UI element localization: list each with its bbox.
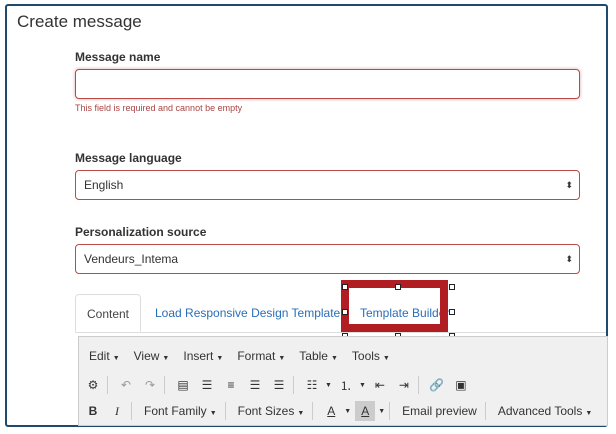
message-language-value: English: [84, 178, 124, 192]
rich-text-editor: Edit ▼ View ▼ Insert ▼ Format ▼ Table ▼ Tools…: [78, 336, 608, 426]
tab-load-responsive-template[interactable]: Load Responsive Design Template: [145, 294, 350, 332]
message-name-label: Message name: [75, 50, 161, 64]
email-preview-button[interactable]: Email preview: [402, 404, 477, 418]
italic-icon[interactable]: I: [107, 401, 127, 421]
background-color-dropdown-icon[interactable]: ▼: [378, 408, 385, 415]
resize-handle[interactable]: [342, 284, 348, 290]
indent-icon[interactable]: ⇥: [394, 375, 414, 395]
tab-content[interactable]: Content: [75, 294, 141, 332]
font-family-dropdown[interactable]: Font Family ▼: [144, 404, 217, 418]
numbered-list-dropdown-icon[interactable]: ▼: [359, 382, 366, 389]
editor-toolbar-1: ⚙ ↶ ↷ ▤ ☰ ≡ ☰ ☰ ☷ ▼ ⒈ ▼ ⇤ ⇥ 🔗 ▣: [79, 373, 471, 397]
undo-icon[interactable]: ↶: [116, 375, 136, 395]
message-name-error: This field is required and cannot be emp…: [75, 103, 243, 113]
resize-handle[interactable]: [449, 284, 455, 290]
align-right-icon[interactable]: ☰: [245, 375, 265, 395]
select-chevron-icon: ⬍: [565, 254, 573, 264]
font-sizes-dropdown[interactable]: Font Sizes ▼: [238, 404, 305, 418]
align-center-icon[interactable]: ≡: [221, 375, 241, 395]
menu-edit[interactable]: Edit ▼: [89, 349, 120, 363]
menu-view[interactable]: View ▼: [134, 349, 170, 363]
redo-icon[interactable]: ↷: [140, 375, 160, 395]
numbered-list-icon[interactable]: ⒈: [336, 375, 356, 395]
message-language-label: Message language: [75, 151, 182, 165]
select-chevron-icon: ⬍: [565, 180, 573, 190]
resize-handle[interactable]: [342, 309, 348, 315]
personalization-source-select[interactable]: Vendeurs_Intema ⬍: [75, 244, 580, 274]
message-language-select[interactable]: English ⬍: [75, 170, 580, 200]
image-icon[interactable]: ▣: [451, 375, 471, 395]
editor-toolbar-2: B I Font Family ▼ Font Sizes ▼ A ▼ A ▼ Email…: [79, 399, 596, 423]
source-code-icon[interactable]: ▤: [173, 375, 193, 395]
settings-gear-icon[interactable]: ⚙: [83, 375, 103, 395]
personalization-source-value: Vendeurs_Intema: [84, 252, 179, 266]
bullet-list-icon[interactable]: ☷: [302, 375, 322, 395]
page-title: Create message: [17, 12, 142, 31]
menu-insert[interactable]: Insert ▼: [183, 349, 223, 363]
resize-handle[interactable]: [449, 309, 455, 315]
menu-format[interactable]: Format ▼: [237, 349, 285, 363]
bold-icon[interactable]: B: [83, 401, 103, 421]
menu-tools[interactable]: Tools ▼: [352, 349, 390, 363]
editor-menubar: Edit ▼ View ▼ Insert ▼ Format ▼ Table ▼ Tools…: [79, 344, 394, 368]
advanced-tools-dropdown[interactable]: Advanced Tools ▼: [498, 404, 592, 418]
text-color-dropdown-icon[interactable]: ▼: [344, 408, 351, 415]
background-color-icon[interactable]: A: [355, 401, 376, 421]
link-icon[interactable]: 🔗: [427, 375, 447, 395]
resize-handle[interactable]: [395, 284, 401, 290]
message-name-input[interactable]: [75, 69, 580, 99]
bullet-list-dropdown-icon[interactable]: ▼: [325, 382, 332, 389]
menu-table[interactable]: Table ▼: [299, 349, 338, 363]
personalization-source-label: Personalization source: [75, 225, 207, 239]
align-justify-icon[interactable]: ☰: [269, 375, 289, 395]
text-color-icon[interactable]: A: [321, 401, 341, 421]
outdent-icon[interactable]: ⇤: [370, 375, 390, 395]
align-left-icon[interactable]: ☰: [197, 375, 217, 395]
